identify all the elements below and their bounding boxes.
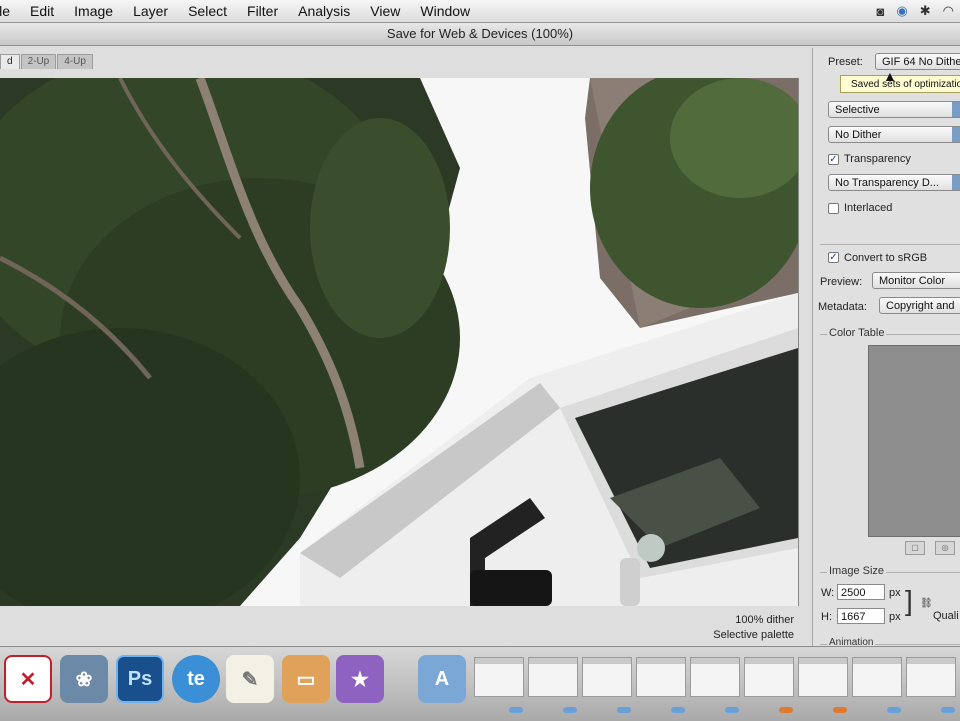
menu-analysis[interactable]: Analysis xyxy=(288,3,360,19)
tab-2up[interactable]: 2-Up xyxy=(20,54,57,69)
applications-folder-icon[interactable]: A xyxy=(418,655,466,703)
dropdown-arrow-icon xyxy=(952,127,960,142)
transparency-dither-dropdown[interactable]: No Transparency D... xyxy=(828,174,960,191)
width-field[interactable]: 2500 xyxy=(837,584,885,600)
tab-4up[interactable]: 4-Up xyxy=(57,54,93,69)
minimized-window-thumbnail[interactable] xyxy=(744,657,794,697)
width-label: W: xyxy=(821,587,835,599)
transparency-checkbox[interactable]: ✓ xyxy=(828,154,839,165)
chain-link-icon[interactable]: ⛓ xyxy=(920,598,933,609)
color-table-button[interactable]: ▢ xyxy=(905,541,925,555)
height-field[interactable]: 1667 xyxy=(837,608,885,624)
dock-indicator xyxy=(671,707,685,713)
dock-indicator xyxy=(563,707,577,713)
divider xyxy=(820,244,960,245)
dock-indicator xyxy=(509,707,523,713)
window-title: Save for Web & Devices (100%) xyxy=(0,23,960,46)
dock-indicator xyxy=(887,707,901,713)
transparency-dither-value: No Transparency D... xyxy=(835,177,939,189)
iphoto-icon[interactable]: ❀ xyxy=(60,655,108,703)
preset-tooltip: Saved sets of optimization settings xyxy=(840,75,960,93)
dock: ✕ ❀ Ps te ✎ ▭ ★ A xyxy=(0,646,960,721)
dropdown-arrow-icon xyxy=(952,102,960,117)
menu-view[interactable]: View xyxy=(360,3,410,19)
transparency-label: Transparency xyxy=(844,153,911,165)
pdf-icon[interactable]: ✕ xyxy=(4,655,52,703)
metadata-value: Copyright and xyxy=(886,300,955,312)
minimized-window-thumbnail[interactable] xyxy=(690,657,740,697)
metadata-dropdown[interactable]: Copyright and xyxy=(879,297,960,314)
mouse-cursor-icon: ▲ xyxy=(883,68,897,84)
dock-indicator xyxy=(725,707,739,713)
color-table-button[interactable]: ◎ xyxy=(935,541,955,555)
convert-srgb-label: Convert to sRGB xyxy=(844,252,928,264)
height-label: H: xyxy=(821,611,832,623)
dither-value: No Dither xyxy=(835,129,882,141)
dither-status: 100% dither xyxy=(735,614,794,626)
textedit-icon[interactable]: te xyxy=(172,655,220,703)
minimized-window-thumbnail[interactable] xyxy=(798,657,848,697)
color-table-title: Color Table xyxy=(827,327,887,339)
reduction-dropdown[interactable]: Selective xyxy=(828,101,960,118)
color-table[interactable] xyxy=(868,345,960,537)
menu-select[interactable]: Select xyxy=(178,3,237,19)
metadata-label: Metadata: xyxy=(818,301,867,313)
dock-indicator xyxy=(617,707,631,713)
image-size-title: Image Size xyxy=(827,565,887,577)
palette-status: Selective palette xyxy=(713,629,794,641)
photoshop-icon[interactable]: Ps xyxy=(116,655,164,703)
minimized-window-thumbnail[interactable] xyxy=(852,657,902,697)
wifi-icon[interactable]: ◠ xyxy=(943,3,954,19)
menu-filter[interactable]: Filter xyxy=(237,3,288,19)
script-editor-icon[interactable]: ✎ xyxy=(226,655,274,703)
preview-photo xyxy=(0,78,798,606)
camera-icon[interactable]: ◙ xyxy=(877,4,885,19)
bluetooth-icon[interactable]: ✱ xyxy=(920,3,931,19)
convert-srgb-checkbox[interactable]: ✓ xyxy=(828,252,839,263)
menu-bar: ile Edit Image Layer Select Filter Analy… xyxy=(0,0,960,23)
menu-file[interactable]: ile xyxy=(0,3,20,19)
status-bar: 100% dither Selective palette xyxy=(0,610,800,644)
preset-label: Preset: xyxy=(828,56,863,68)
textedit-label: te xyxy=(187,667,205,690)
preset-value: GIF 64 No Dither xyxy=(882,56,960,68)
quality-label: Quali xyxy=(933,610,959,622)
minimized-window-thumbnail[interactable] xyxy=(474,657,524,697)
tab-optimized[interactable]: d xyxy=(0,54,20,69)
dither-dropdown[interactable]: No Dither xyxy=(828,126,960,143)
interlaced-label: Interlaced xyxy=(844,202,893,214)
photoshop-label: Ps xyxy=(127,667,153,690)
preview-label: Preview: xyxy=(820,276,863,288)
minimized-window-thumbnail[interactable] xyxy=(906,657,956,697)
movie-icon[interactable]: ★ xyxy=(336,655,384,703)
link-bracket-icon: ] xyxy=(905,585,913,616)
menu-layer[interactable]: Layer xyxy=(123,3,178,19)
height-unit: px xyxy=(889,611,901,623)
view-tabs: d 2-Up 4-Up xyxy=(0,54,94,69)
sync-icon[interactable]: ◉ xyxy=(896,3,907,19)
minimized-window-thumbnail[interactable] xyxy=(582,657,632,697)
dock-indicator xyxy=(833,707,847,713)
reduction-value: Selective xyxy=(835,104,880,116)
preview-value: Monitor Color xyxy=(879,275,946,287)
minimized-window-thumbnail[interactable] xyxy=(636,657,686,697)
width-unit: px xyxy=(889,587,901,599)
menu-window[interactable]: Window xyxy=(410,3,480,19)
minimized-window-thumbnail[interactable] xyxy=(528,657,578,697)
menu-extras: ◙ ◉ ✱ ◠ xyxy=(877,3,954,19)
menu-edit[interactable]: Edit xyxy=(20,3,64,19)
menu-image[interactable]: Image xyxy=(64,3,123,19)
preview-dropdown[interactable]: Monitor Color xyxy=(872,272,960,289)
image-preview[interactable] xyxy=(0,78,799,606)
interlaced-checkbox[interactable] xyxy=(828,203,839,214)
dropdown-arrow-icon xyxy=(952,175,960,190)
presentation-icon[interactable]: ▭ xyxy=(282,655,330,703)
dock-indicator xyxy=(941,707,955,713)
dock-indicator xyxy=(779,707,793,713)
